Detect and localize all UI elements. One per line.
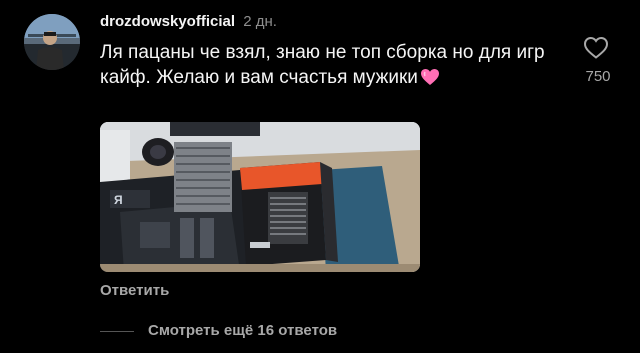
heart-outline-icon bbox=[583, 36, 609, 59]
comment-text: Ля пацаны че взял, знаю не топ сборка но… bbox=[100, 42, 545, 88]
replies-divider bbox=[100, 331, 134, 332]
view-replies-button[interactable]: Смотреть ещё 16 ответов bbox=[148, 322, 337, 339]
comment-text-container: Ля пацаны че взял, знаю не топ сборка но… bbox=[100, 40, 560, 93]
photo-pc-build[interactable]: Я bbox=[100, 122, 420, 272]
like-button[interactable] bbox=[583, 36, 609, 60]
reply-button[interactable]: Ответить bbox=[100, 282, 169, 299]
username[interactable]: drozdowskyofficial bbox=[100, 13, 235, 30]
comment-item: drozdowskyofficial 2 дн. Ля пацаны че вз… bbox=[0, 0, 640, 353]
timestamp: 2 дн. bbox=[243, 13, 277, 30]
svg-text:Я: Я bbox=[114, 193, 123, 207]
like-count: 750 bbox=[585, 68, 611, 85]
pink-heart-icon bbox=[420, 68, 440, 93]
avatar[interactable] bbox=[24, 14, 80, 70]
comment-meta: drozdowskyofficial 2 дн. bbox=[100, 12, 277, 32]
